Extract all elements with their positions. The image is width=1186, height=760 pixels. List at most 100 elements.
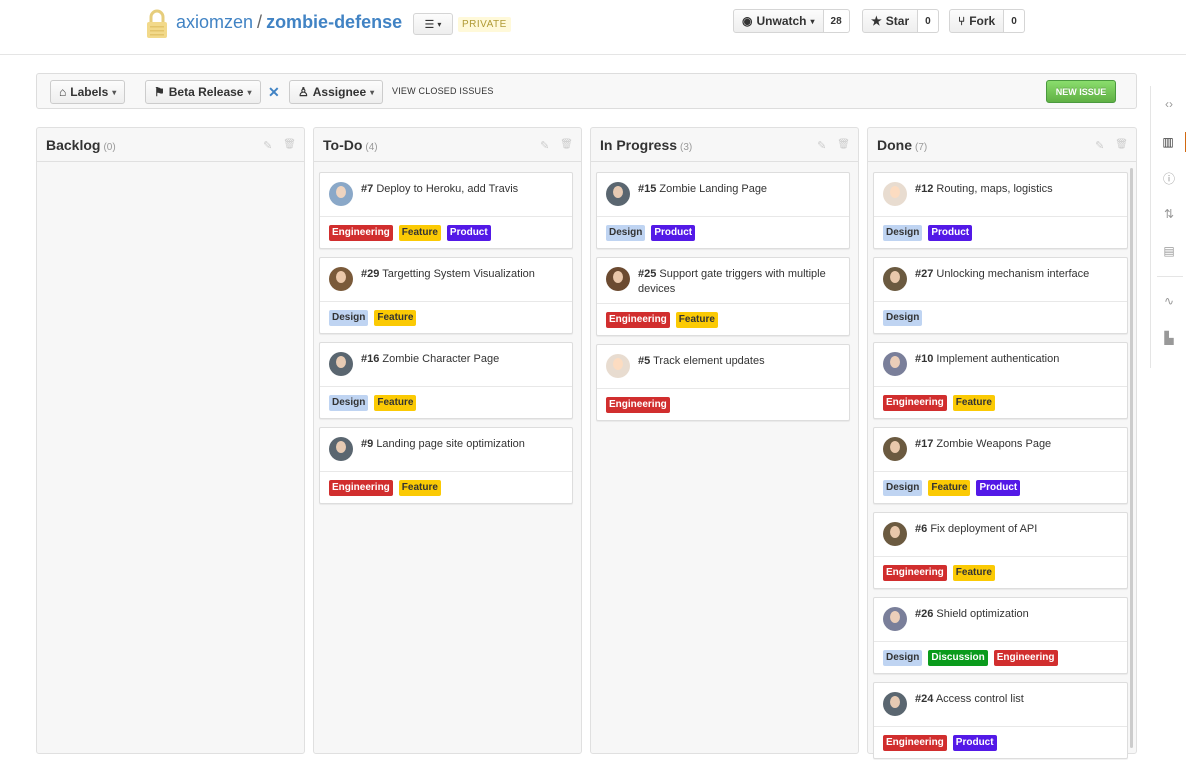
issue-card[interactable]: #12 Routing, maps, logistics Design Produc… bbox=[873, 172, 1128, 249]
board-icon[interactable]: ▥ bbox=[1151, 132, 1186, 152]
issue-title[interactable]: #15 Zombie Landing Page bbox=[638, 181, 767, 216]
label-design[interactable]: Design bbox=[883, 650, 923, 666]
trash-icon[interactable]: 🗑 bbox=[283, 139, 296, 152]
pencil-icon[interactable]: ✎ bbox=[817, 139, 826, 152]
code-icon[interactable]: ‹› bbox=[1151, 94, 1186, 114]
board-column: Backlog (0) ✎ 🗑 bbox=[36, 127, 305, 754]
label-feature[interactable]: Feature bbox=[374, 310, 417, 326]
column-cards: #7 Deploy to Heroku, add Travis Engineeri… bbox=[314, 162, 581, 504]
label-discussion[interactable]: Discussion bbox=[928, 650, 988, 666]
wiki-icon[interactable]: ▤ bbox=[1151, 241, 1186, 261]
issue-card[interactable]: #7 Deploy to Heroku, add Travis Engineeri… bbox=[319, 172, 573, 249]
issue-labels: Engineering bbox=[597, 389, 849, 420]
stars-count[interactable]: 0 bbox=[918, 9, 939, 33]
label-feature[interactable]: Feature bbox=[398, 480, 441, 496]
issue-card-header: #15 Zombie Landing Page bbox=[597, 173, 849, 217]
label-feature[interactable]: Feature bbox=[952, 395, 995, 411]
label-design[interactable]: Design bbox=[329, 310, 369, 326]
label-engineering[interactable]: Engineering bbox=[883, 565, 947, 581]
issue-card[interactable]: #10 Implement authentication Engineering F… bbox=[873, 342, 1128, 419]
label-product[interactable]: Product bbox=[446, 225, 491, 241]
new-issue-button[interactable]: NEW ISSUE bbox=[1046, 80, 1116, 103]
pencil-icon[interactable]: ✎ bbox=[1095, 139, 1104, 152]
issue-card[interactable]: #27 Unlocking mechanism interface Design bbox=[873, 257, 1128, 334]
label-design[interactable]: Design bbox=[329, 395, 369, 411]
label-engineering[interactable]: Engineering bbox=[883, 395, 947, 411]
label-engineering[interactable]: Engineering bbox=[993, 650, 1058, 666]
forks-count[interactable]: 0 bbox=[1004, 9, 1025, 33]
issue-card[interactable]: #9 Landing page site optimization Enginee… bbox=[319, 427, 573, 504]
unwatch-button[interactable]: ◉ Unwatch ▾ bbox=[733, 9, 824, 33]
label-engineering[interactable]: Engineering bbox=[606, 397, 670, 413]
issue-card[interactable]: #25 Support gate triggers with multiple … bbox=[596, 257, 850, 336]
view-closed-issues-link[interactable]: VIEW CLOSED ISSUES bbox=[392, 86, 494, 96]
issue-labels: Engineering Feature Product bbox=[320, 217, 572, 248]
fork-button[interactable]: ⑂ Fork bbox=[949, 9, 1005, 33]
issue-title[interactable]: #17 Zombie Weapons Page bbox=[915, 436, 1051, 471]
issue-title[interactable]: #7 Deploy to Heroku, add Travis bbox=[361, 181, 518, 216]
label-design[interactable]: Design bbox=[883, 480, 923, 496]
issue-card[interactable]: #6 Fix deployment of API Engineering Featu… bbox=[873, 512, 1128, 589]
column-scrollbar[interactable] bbox=[1130, 168, 1133, 748]
avatar bbox=[329, 182, 353, 206]
issue-card[interactable]: #24 Access control list Engineering Produc… bbox=[873, 682, 1128, 759]
label-product[interactable]: Product bbox=[651, 225, 696, 241]
label-engineering[interactable]: Engineering bbox=[883, 735, 947, 751]
label-product[interactable]: Product bbox=[976, 480, 1021, 496]
pulse-icon[interactable]: ∿ bbox=[1151, 291, 1186, 311]
assignee-filter-button[interactable]: ♙ Assignee ▾ bbox=[289, 80, 384, 104]
issue-title[interactable]: #27 Unlocking mechanism interface bbox=[915, 266, 1089, 301]
issue-title[interactable]: #29 Targetting System Visualization bbox=[361, 266, 535, 301]
labels-filter-button[interactable]: ⌂ Labels ▾ bbox=[50, 80, 126, 104]
repo-owner-link[interactable]: axiomzen bbox=[176, 12, 253, 32]
issue-title[interactable]: #12 Routing, maps, logistics bbox=[915, 181, 1053, 216]
issue-title[interactable]: #26 Shield optimization bbox=[915, 606, 1029, 641]
issue-title[interactable]: #24 Access control list bbox=[915, 691, 1024, 726]
milestone-filter-button[interactable]: ⚑ Beta Release ▾ bbox=[145, 80, 261, 104]
label-engineering[interactable]: Engineering bbox=[329, 225, 393, 241]
issue-title[interactable]: #10 Implement authentication bbox=[915, 351, 1059, 386]
column-header: In Progress (3) ✎ 🗑 bbox=[591, 128, 858, 162]
issue-title[interactable]: #5 Track element updates bbox=[638, 353, 765, 388]
issue-card[interactable]: #16 Zombie Character Page Design Feature bbox=[319, 342, 573, 419]
issue-card[interactable]: #5 Track element updates Engineering bbox=[596, 344, 850, 421]
issue-title[interactable]: #25 Support gate triggers with multiple … bbox=[638, 266, 840, 303]
issue-title-text: Support gate triggers with multiple devi… bbox=[638, 268, 826, 295]
avatar bbox=[329, 352, 353, 376]
issue-card[interactable]: #29 Targetting System Visualization Desig… bbox=[319, 257, 573, 334]
label-feature[interactable]: Feature bbox=[952, 565, 995, 581]
label-feature[interactable]: Feature bbox=[398, 225, 441, 241]
trash-icon[interactable]: 🗑 bbox=[1115, 139, 1128, 152]
label-feature[interactable]: Feature bbox=[374, 395, 417, 411]
trash-icon[interactable]: 🗑 bbox=[560, 139, 573, 152]
issues-icon[interactable]: ⓘ bbox=[1151, 168, 1186, 188]
clear-milestone-icon[interactable]: ✕ bbox=[268, 84, 280, 101]
label-design[interactable]: Design bbox=[606, 225, 646, 241]
column-count: (3) bbox=[680, 142, 693, 153]
label-design[interactable]: Design bbox=[883, 310, 923, 326]
avatar bbox=[606, 354, 630, 378]
repo-menu-button[interactable]: ☰ ▾ bbox=[413, 13, 453, 35]
issue-title[interactable]: #9 Landing page site optimization bbox=[361, 436, 525, 471]
label-design[interactable]: Design bbox=[883, 225, 923, 241]
issue-card[interactable]: #26 Shield optimization Design Discussion E… bbox=[873, 597, 1128, 674]
graphs-icon[interactable]: ▙ bbox=[1151, 328, 1186, 348]
assignee-filter-label: Assignee bbox=[312, 85, 367, 99]
label-product[interactable]: Product bbox=[952, 735, 997, 751]
issue-title[interactable]: #6 Fix deployment of API bbox=[915, 521, 1037, 556]
label-feature[interactable]: Feature bbox=[675, 312, 718, 328]
pencil-icon[interactable]: ✎ bbox=[263, 139, 272, 152]
star-button[interactable]: ★ Star bbox=[862, 9, 919, 33]
issue-title[interactable]: #16 Zombie Character Page bbox=[361, 351, 499, 386]
repo-name-link[interactable]: zombie-defense bbox=[266, 12, 402, 32]
pencil-icon[interactable]: ✎ bbox=[540, 139, 549, 152]
label-feature[interactable]: Feature bbox=[928, 480, 971, 496]
issue-card[interactable]: #15 Zombie Landing Page Design Product bbox=[596, 172, 850, 249]
label-engineering[interactable]: Engineering bbox=[329, 480, 393, 496]
issue-card[interactable]: #17 Zombie Weapons Page Design Feature Prod… bbox=[873, 427, 1128, 504]
watchers-count[interactable]: 28 bbox=[823, 9, 850, 33]
label-engineering[interactable]: Engineering bbox=[606, 312, 670, 328]
label-product[interactable]: Product bbox=[928, 225, 973, 241]
pull-requests-icon[interactable]: ⇅ bbox=[1151, 204, 1186, 224]
trash-icon[interactable]: 🗑 bbox=[837, 139, 850, 152]
